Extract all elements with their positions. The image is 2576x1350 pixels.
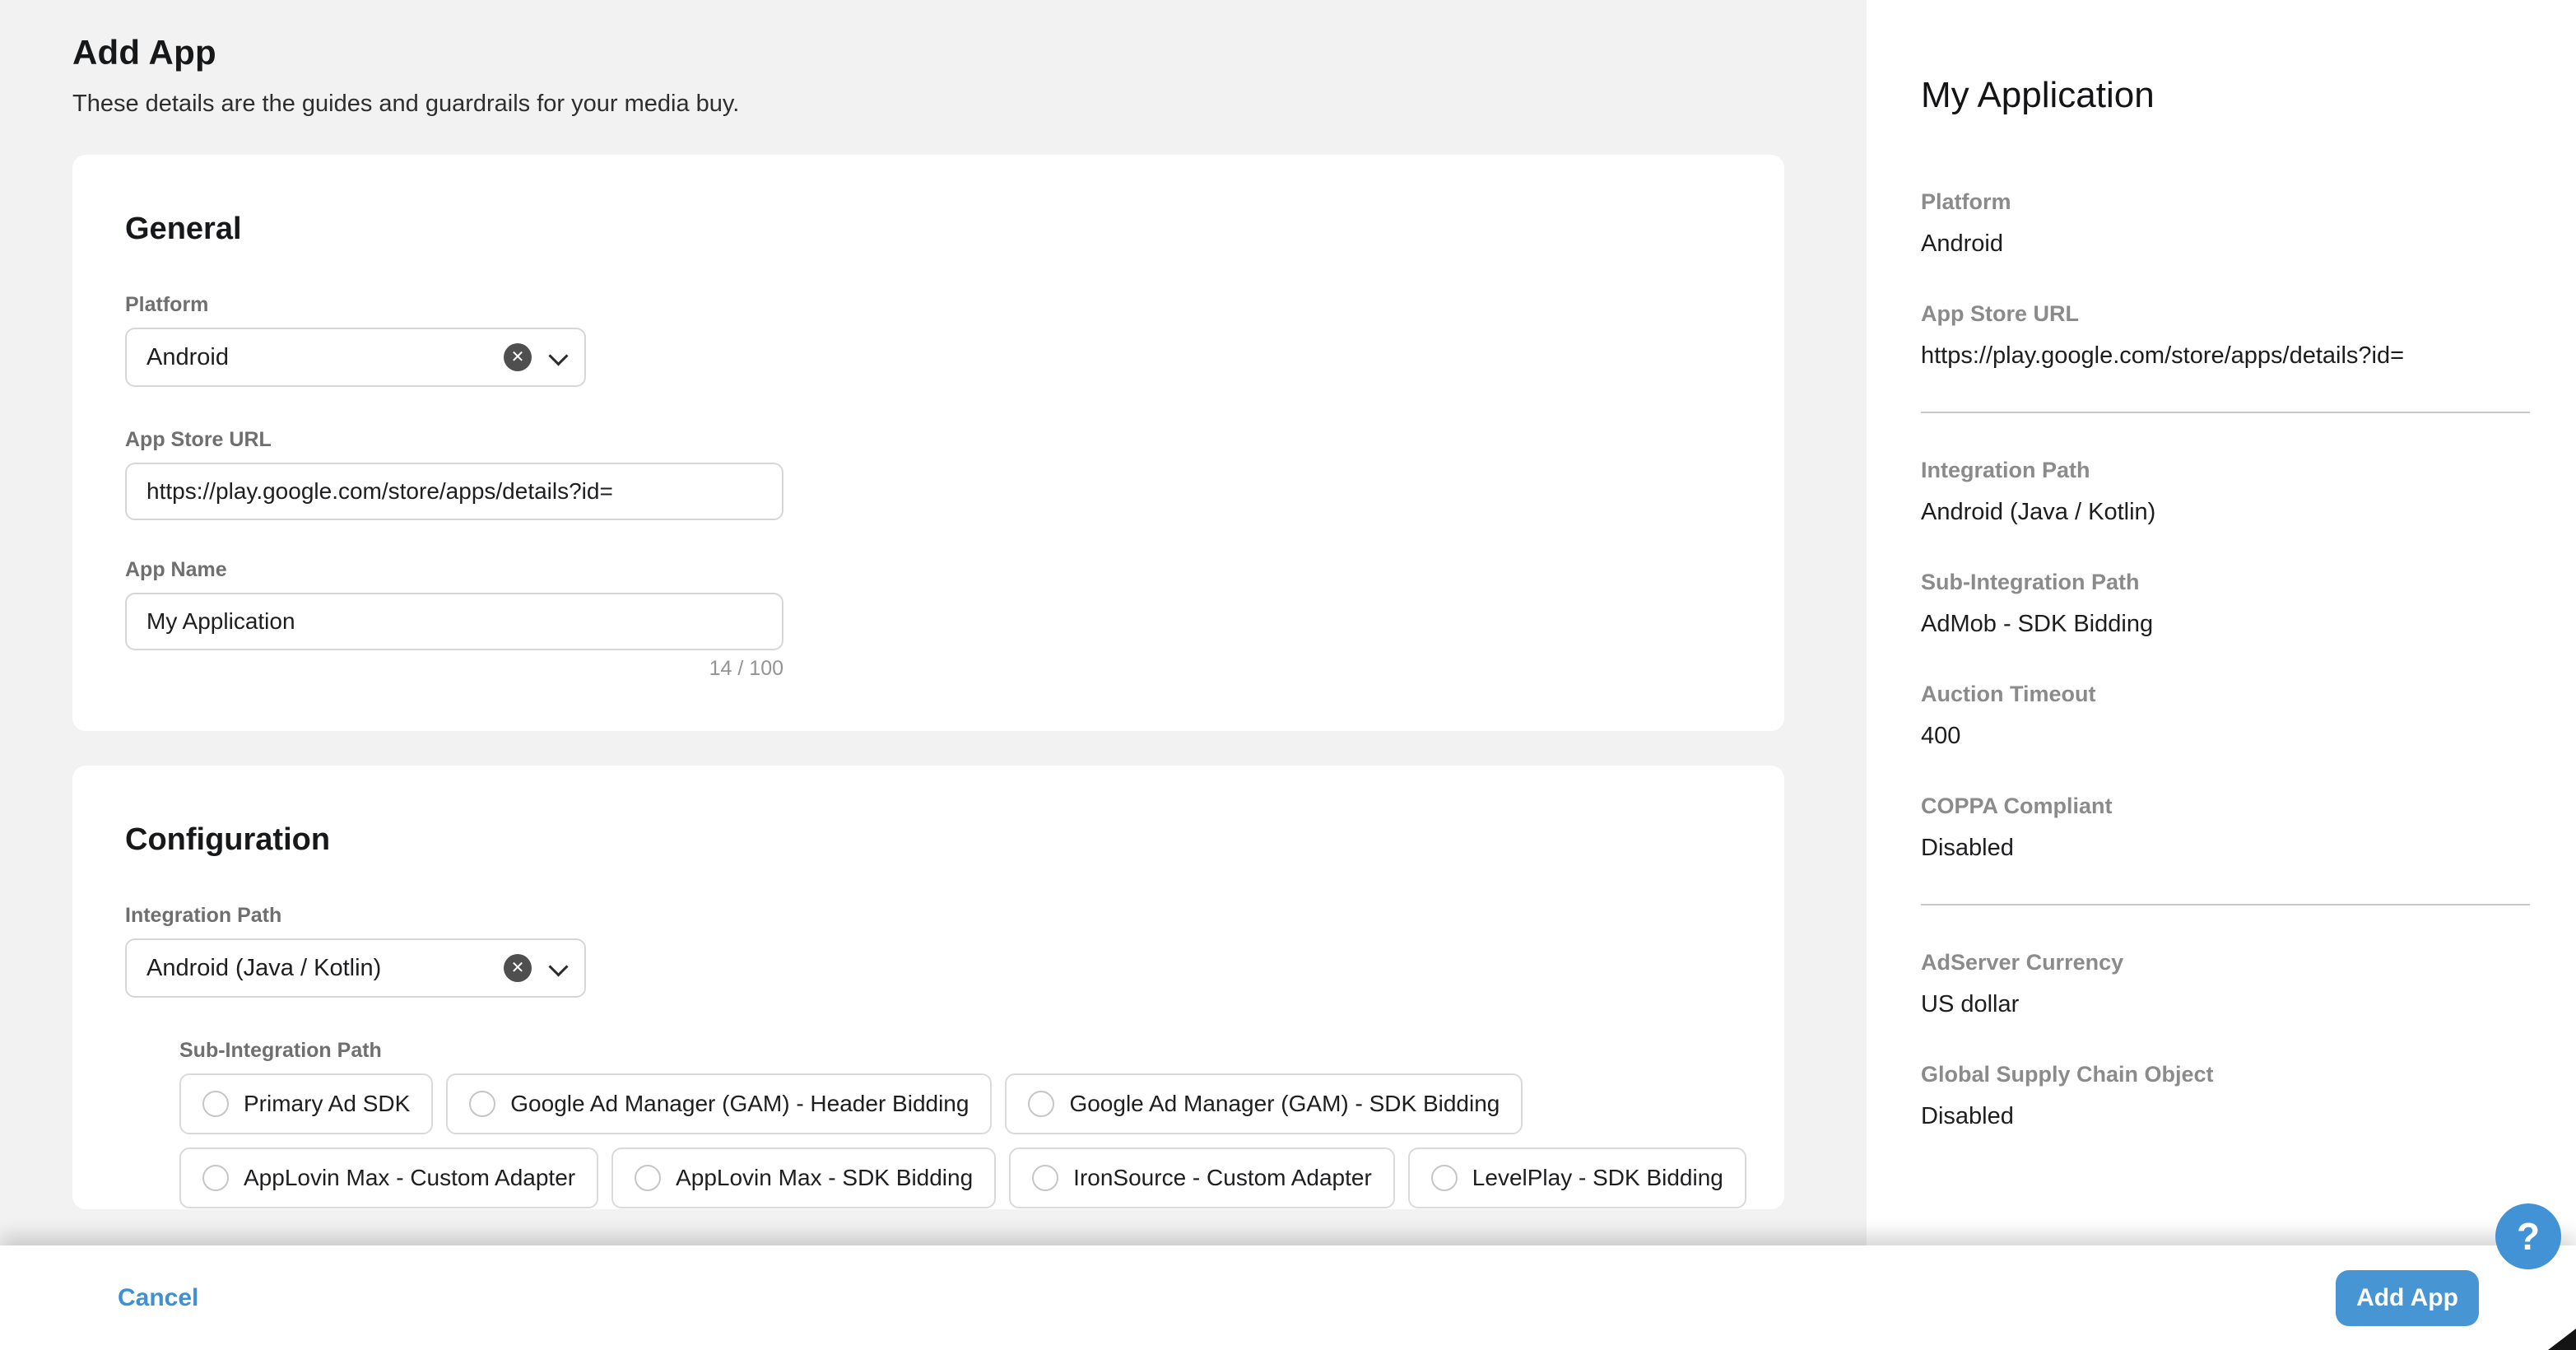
sub-integration-option-primary-ad-sdk[interactable]: Primary Ad SDK xyxy=(179,1073,433,1134)
sub-integration-option-gam-sdk-bidding[interactable]: Google Ad Manager (GAM) - SDK Bidding xyxy=(1005,1073,1523,1134)
chip-label: Google Ad Manager (GAM) - Header Bidding xyxy=(510,1091,969,1117)
question-mark-icon: ? xyxy=(2517,1214,2540,1259)
integration-path-field-group: Integration Path Android (Java / Kotlin)… xyxy=(125,902,1732,998)
app-name-label: App Name xyxy=(125,556,1732,583)
sub-integration-path-label: Sub-Integration Path xyxy=(179,1037,1732,1064)
summary-field-app-store-url: App Store URL https://play.google.com/st… xyxy=(1921,300,2563,370)
sub-integration-path-section: Sub-Integration Path Primary Ad SDK Goog… xyxy=(179,1037,1732,1208)
chip-label: Google Ad Manager (GAM) - SDK Bidding xyxy=(1069,1091,1500,1117)
add-app-page: Add App These details are the guides and… xyxy=(0,0,2576,1350)
summary-value: https://play.google.com/store/apps/detai… xyxy=(1921,341,2563,370)
summary-field-auction-timeout: Auction Timeout 400 xyxy=(1921,680,2563,751)
summary-label: Sub-Integration Path xyxy=(1921,568,2563,596)
radio-unselected-icon xyxy=(1028,1091,1054,1117)
radio-unselected-icon xyxy=(469,1091,495,1117)
clear-icon[interactable]: ✕ xyxy=(504,343,532,371)
summary-field-adserver-currency: AdServer Currency US dollar xyxy=(1921,948,2563,1019)
chip-label: LevelPlay - SDK Bidding xyxy=(1472,1165,1723,1191)
sub-integration-option-applovin-sdk-bidding[interactable]: AppLovin Max - SDK Bidding xyxy=(611,1148,996,1208)
radio-unselected-icon xyxy=(202,1091,229,1117)
summary-value: Disabled xyxy=(1921,833,2563,863)
summary-value: Android (Java / Kotlin) xyxy=(1921,497,2563,527)
radio-unselected-icon xyxy=(1431,1165,1458,1191)
summary-title: My Application xyxy=(1921,72,2576,119)
radio-unselected-icon xyxy=(1032,1165,1058,1191)
summary-label: Global Supply Chain Object xyxy=(1921,1060,2563,1088)
general-card: General Platform Android ✕ App Store URL… xyxy=(72,155,1784,731)
configuration-heading: Configuration xyxy=(125,820,1732,859)
app-store-url-input[interactable] xyxy=(125,463,783,520)
app-name-char-counter: 14 / 100 xyxy=(125,657,783,681)
summary-value: AdMob - SDK Bidding xyxy=(1921,609,2563,639)
summary-field-coppa-compliant: COPPA Compliant Disabled xyxy=(1921,792,2563,863)
summary-label: AdServer Currency xyxy=(1921,948,2563,976)
summary-field-platform: Platform Android xyxy=(1921,188,2563,258)
integration-path-select[interactable]: Android (Java / Kotlin) ✕ xyxy=(125,938,586,998)
summary-divider xyxy=(1921,904,2530,905)
summary-label: COPPA Compliant xyxy=(1921,792,2563,820)
radio-unselected-icon xyxy=(202,1165,229,1191)
chip-label: AppLovin Max - Custom Adapter xyxy=(244,1165,575,1191)
summary-field-integration-path: Integration Path Android (Java / Kotlin) xyxy=(1921,456,2563,527)
mouse-cursor xyxy=(2548,1329,2576,1350)
summary-value: Android xyxy=(1921,229,2563,258)
help-button[interactable]: ? xyxy=(2495,1203,2561,1269)
radio-unselected-icon xyxy=(635,1165,661,1191)
summary-label: Platform xyxy=(1921,188,2563,216)
main-form-area: Add App These details are the guides and… xyxy=(0,0,1867,1350)
general-heading: General xyxy=(125,209,1732,249)
sub-integration-option-gam-header-bidding[interactable]: Google Ad Manager (GAM) - Header Bidding xyxy=(446,1073,992,1134)
summary-label: Integration Path xyxy=(1921,456,2563,484)
summary-label: App Store URL xyxy=(1921,300,2563,328)
app-store-url-label: App Store URL xyxy=(125,426,1732,453)
summary-value: 400 xyxy=(1921,721,2563,751)
bottom-action-bar: Cancel Add App xyxy=(0,1245,2576,1350)
sub-integration-option-applovin-custom-adapter[interactable]: AppLovin Max - Custom Adapter xyxy=(179,1148,598,1208)
chip-label: AppLovin Max - SDK Bidding xyxy=(676,1165,973,1191)
sub-integration-options: Primary Ad SDK Google Ad Manager (GAM) -… xyxy=(179,1073,1732,1208)
app-name-input[interactable] xyxy=(125,593,783,650)
page-title: Add App xyxy=(72,33,1784,72)
summary-sidebar: My Application Platform Android App Stor… xyxy=(1867,0,2576,1350)
app-name-field-group: App Name 14 / 100 xyxy=(125,556,1732,681)
summary-field-global-supply-chain: Global Supply Chain Object Disabled xyxy=(1921,1060,2563,1131)
page-subtitle: These details are the guides and guardra… xyxy=(72,91,1784,118)
summary-value: US dollar xyxy=(1921,989,2563,1019)
sub-integration-option-levelplay-sdk-bidding[interactable]: LevelPlay - SDK Bidding xyxy=(1408,1148,1746,1208)
integration-path-label: Integration Path xyxy=(125,902,1732,929)
cancel-button[interactable]: Cancel xyxy=(118,1284,198,1312)
chip-label: Primary Ad SDK xyxy=(244,1091,410,1117)
chevron-down-icon xyxy=(550,957,566,973)
platform-field-group: Platform Android ✕ xyxy=(125,291,1732,387)
chevron-down-icon xyxy=(550,346,566,362)
configuration-card: Configuration Integration Path Android (… xyxy=(72,766,1784,1209)
app-store-url-field-group: App Store URL xyxy=(125,426,1732,520)
summary-divider xyxy=(1921,412,2530,413)
summary-label: Auction Timeout xyxy=(1921,680,2563,708)
platform-select[interactable]: Android ✕ xyxy=(125,328,586,387)
platform-select-value: Android xyxy=(146,344,504,371)
page-header: Add App These details are the guides and… xyxy=(72,33,1784,118)
sub-integration-option-ironsource-custom-adapter[interactable]: IronSource - Custom Adapter xyxy=(1009,1148,1395,1208)
chip-label: IronSource - Custom Adapter xyxy=(1073,1165,1372,1191)
summary-value: Disabled xyxy=(1921,1101,2563,1131)
summary-field-sub-integration-path: Sub-Integration Path AdMob - SDK Bidding xyxy=(1921,568,2563,639)
integration-path-select-value: Android (Java / Kotlin) xyxy=(146,955,504,982)
add-app-button[interactable]: Add App xyxy=(2336,1270,2479,1326)
platform-label: Platform xyxy=(125,291,1732,318)
clear-icon[interactable]: ✕ xyxy=(504,954,532,982)
